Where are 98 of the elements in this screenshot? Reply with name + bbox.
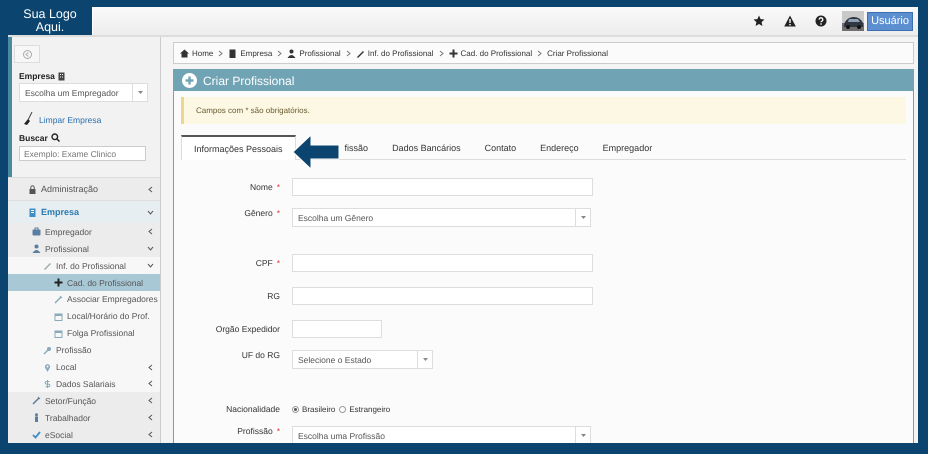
search-label: Buscar [19,132,48,143]
caret-icon [580,434,586,437]
field-label: Nome [250,182,273,192]
radio-option[interactable]: Estrangeiro [339,405,390,414]
chevron-left-icon [147,414,154,422]
tab[interactable]: Informações Pessoais [181,135,296,160]
arrow-icon [293,135,339,169]
select-field[interactable]: Escolha um Gênero [292,208,591,227]
broom-icon [24,112,33,125]
field-label: CPF [256,258,273,268]
sidebar-item[interactable]: Folga Profissional [8,324,160,342]
plus-icon [448,48,458,58]
tab[interactable]: Dados Bancários [380,137,473,159]
chevron-right-icon [277,50,282,56]
chevron-left-icon [147,186,154,193]
company-label: Empresa [19,71,55,82]
back-circle-icon [22,50,32,59]
chevron-left-icon [147,397,154,404]
tab[interactable]: Empregador [590,137,664,159]
tab[interactable]: Endereço [528,137,591,159]
person-icon [32,413,41,422]
tab[interactable]: Contato [472,137,528,159]
search-icon [50,133,60,142]
sidebar-item[interactable]: Associar Empregadores [8,291,160,308]
sidebar-item[interactable]: Profissão [8,342,160,359]
search-field[interactable]: Exemplo: Exame Clinico [19,146,146,162]
field-label: UF do RG [242,350,280,360]
sidebar-item[interactable]: Local [8,358,160,376]
calendar-icon [54,312,63,321]
breadcrumb-link[interactable]: Inf. do Profissional [368,48,434,58]
check-icon [32,430,41,440]
breadcrumb-link[interactable]: Empresa [240,48,272,58]
input-field[interactable] [292,254,593,272]
company-select[interactable]: Escolha um Empregador [19,83,148,102]
select-field[interactable]: Escolha uma Profissão [292,426,591,443]
collapse-button[interactable] [14,45,40,64]
field-label: Orgão Expedidor [216,324,280,334]
breadcrumb-link[interactable]: Home [192,48,214,58]
sidebar-item[interactable]: Inf. do Profissional [8,257,160,274]
caret-icon [422,358,428,361]
chevron-left-icon [147,431,154,438]
chevron-right-icon [537,50,542,56]
breadcrumb-link[interactable]: Profissional [299,48,341,58]
sidebar-item[interactable]: Empregador [8,223,160,240]
panel-title: Criar Profissional [203,74,294,88]
chevron-left-icon [147,228,154,236]
chevron-left-icon [147,364,154,370]
clear-company-link[interactable]: Limpar Empresa [39,114,102,125]
user-icon [287,48,296,58]
sidebar-item[interactable]: Local/Horário do Prof. [8,308,160,325]
alert-message: Campos com * são obrigatórios. [181,97,906,124]
required-mark: * [276,426,280,436]
required-mark: * [276,182,280,192]
field-label: RG [267,290,280,300]
sidebar-item[interactable]: Profissional [8,240,160,258]
sidebar-item[interactable]: Trabalhador [8,409,160,426]
caret-icon [580,216,586,219]
chevron-down-icon [147,208,154,216]
star-icon [753,15,766,27]
input-field[interactable] [292,178,593,196]
plus-circle-icon [182,73,197,88]
calendar-icon [54,328,63,338]
plus-icon [54,278,63,288]
logo: Sua Logo Aqui. [8,7,93,35]
sidebar-item[interactable]: Cad. do Profissional [8,274,160,291]
sidebar-item[interactable]: Dados Salariais [8,375,160,392]
input-field[interactable] [292,320,382,338]
help-icon [815,15,828,27]
home-icon [180,48,189,58]
pencil-icon [356,48,365,58]
chevron-down-icon [147,262,154,270]
chevron-right-icon [438,50,444,56]
sidebar-item[interactable]: Administração [8,177,160,200]
caret-icon [138,91,142,94]
user-icon [32,244,41,254]
field-label: Profissão [237,426,273,436]
tab[interactable]: fissão [344,137,380,159]
required-mark: * [276,208,280,218]
required-mark: * [276,258,280,268]
input-field[interactable] [292,286,593,304]
warning-icon [784,15,796,27]
chevron-right-icon [218,50,224,56]
map-pin-icon [43,362,52,372]
sidebar-item[interactable]: Setor/Função [8,392,160,410]
chevron-left-icon [147,380,154,388]
chevron-down-icon [147,245,154,252]
pencil-icon [43,261,52,270]
select-field[interactable]: Selecione o Estado [292,350,433,369]
field-label: Gênero [244,208,273,218]
radio-option[interactable]: Brasileiro [292,405,336,414]
breadcrumb-link[interactable]: Cad. do Profissional [460,48,532,58]
lock-icon [28,184,37,194]
dollar-icon [43,379,52,388]
sidebar-item[interactable]: eSocial [8,426,160,443]
chevron-right-icon [346,50,351,56]
sidebar-item[interactable]: Empresa [8,200,160,224]
field-label: Nacionalidade [226,404,280,414]
briefcase-icon [32,227,41,236]
